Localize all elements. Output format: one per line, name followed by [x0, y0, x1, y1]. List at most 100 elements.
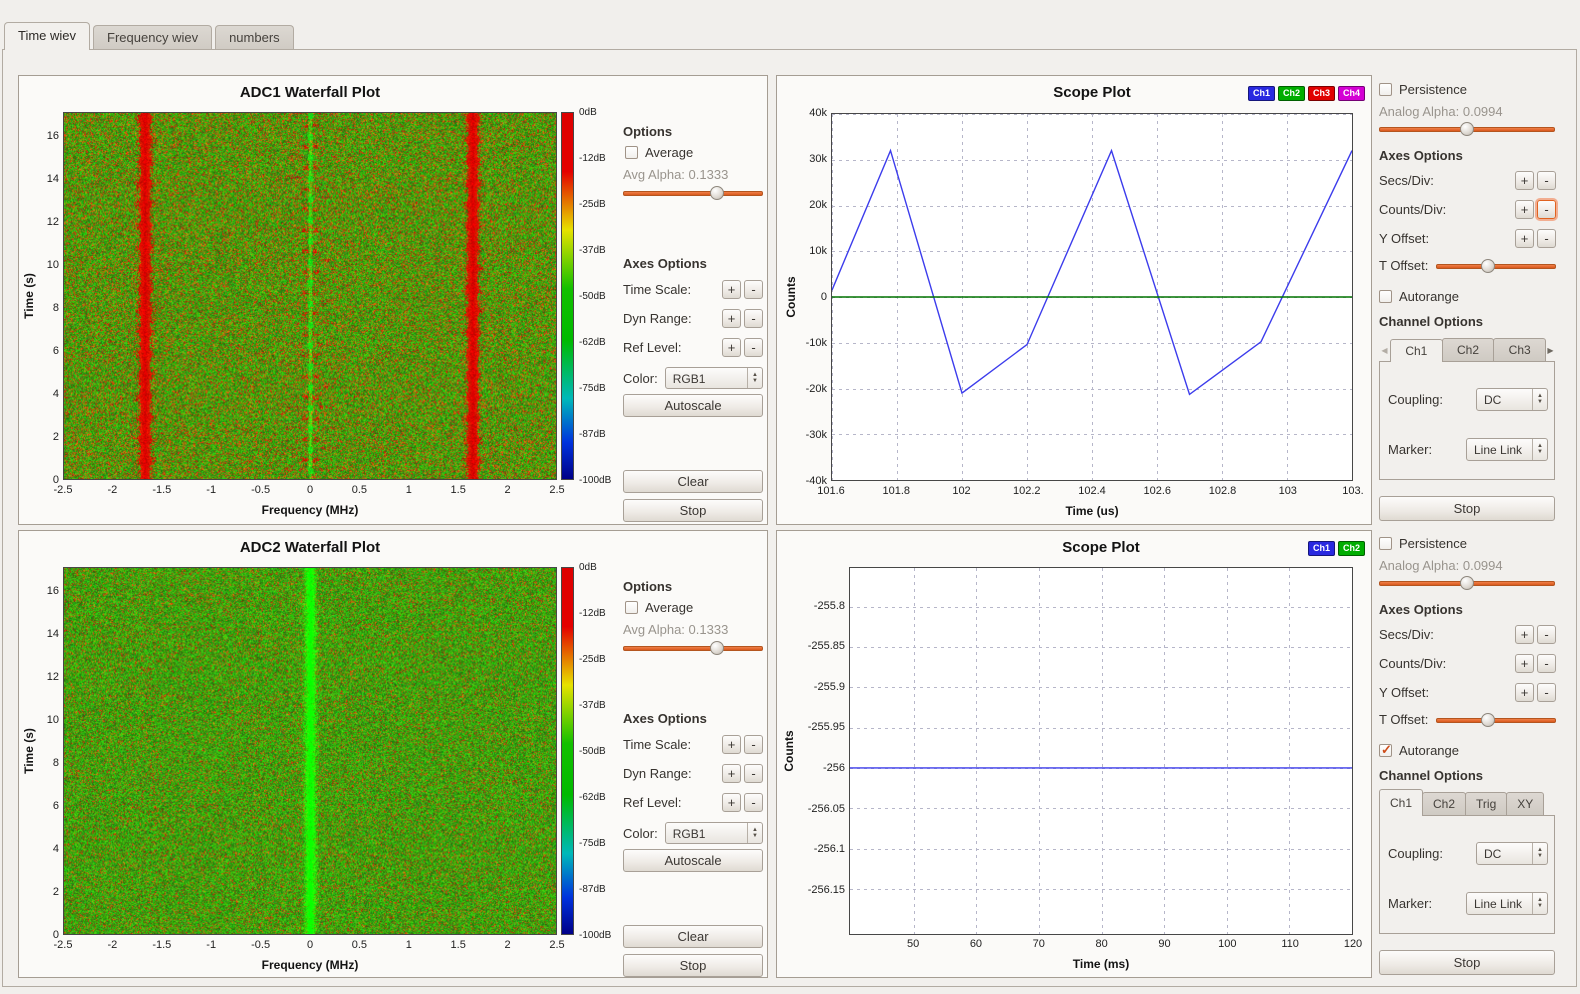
- slider-thumb[interactable]: [1460, 576, 1474, 590]
- persistence-row: Persistence: [1379, 82, 1555, 97]
- counts-div-decrease-button[interactable]: -: [1537, 654, 1556, 673]
- tab-frequency-view[interactable]: Frequency wiev: [93, 25, 212, 49]
- secs-div-increase-button[interactable]: +: [1515, 171, 1534, 190]
- marker-dropdown[interactable]: Line Link ▲▼: [1466, 438, 1548, 461]
- ref-level-decrease-button[interactable]: -: [744, 338, 763, 357]
- coupling-dropdown[interactable]: DC ▲▼: [1476, 842, 1548, 865]
- waterfall-canvas[interactable]: [64, 568, 556, 934]
- channel-tab-ch2[interactable]: Ch2: [1422, 792, 1466, 816]
- slider-track[interactable]: [623, 191, 763, 196]
- channel-tab-trig[interactable]: Trig: [1465, 792, 1507, 816]
- autoscale-button[interactable]: Autoscale: [623, 849, 763, 872]
- persistence-checkbox[interactable]: [1379, 83, 1392, 96]
- scope2-plot[interactable]: [849, 567, 1353, 935]
- x-tick-label: -1.5: [152, 484, 171, 496]
- autorange-label: Autorange: [1399, 289, 1459, 304]
- x-tick-label: 1: [406, 939, 412, 951]
- x-tick-label: -0.5: [251, 484, 270, 496]
- dyn-range-decrease-button[interactable]: -: [744, 309, 763, 328]
- slider-track[interactable]: [623, 646, 763, 651]
- dyn-range-increase-button[interactable]: +: [722, 309, 741, 328]
- slider-thumb[interactable]: [1481, 259, 1495, 273]
- waterfall-stop-button[interactable]: Stop: [623, 499, 763, 522]
- colormap-dropdown[interactable]: RGB1 ▲▼: [665, 367, 763, 389]
- legend-chip-ch1[interactable]: Ch1: [1248, 86, 1275, 101]
- time-scale-decrease-button[interactable]: -: [744, 735, 763, 754]
- slider-thumb[interactable]: [1481, 713, 1495, 727]
- tab-scroll-right-icon[interactable]: ▶: [1545, 346, 1556, 362]
- secs-div-decrease-button[interactable]: -: [1537, 171, 1556, 190]
- y-offset-decrease-button[interactable]: -: [1537, 683, 1556, 702]
- adc1-waterfall-plot[interactable]: [63, 112, 557, 480]
- spinner-arrows-icon[interactable]: ▲▼: [1532, 893, 1547, 914]
- spinner-arrows-icon[interactable]: ▲▼: [747, 368, 762, 388]
- channel-tab-xy[interactable]: XY: [1506, 792, 1544, 816]
- coupling-value: DC: [1477, 389, 1532, 410]
- spinner-arrows-icon[interactable]: ▲▼: [1532, 389, 1547, 410]
- y-offset-increase-button[interactable]: +: [1515, 229, 1534, 248]
- channel-tab-ch1[interactable]: Ch1: [1390, 339, 1443, 362]
- channel-tab-ch1[interactable]: Ch1: [1379, 789, 1423, 816]
- autoscale-button[interactable]: Autoscale: [623, 394, 763, 417]
- slider-track[interactable]: [1436, 264, 1556, 269]
- y-offset-increase-button[interactable]: +: [1515, 683, 1534, 702]
- time-scale-increase-button[interactable]: +: [722, 280, 741, 299]
- analog-alpha-slider[interactable]: [1379, 576, 1555, 590]
- tab-scroll-left-icon[interactable]: ◀: [1379, 346, 1390, 362]
- average-checkbox[interactable]: [625, 146, 638, 159]
- spinner-arrows-icon[interactable]: ▲▼: [1532, 439, 1547, 460]
- colormap-dropdown[interactable]: RGB1 ▲▼: [665, 822, 763, 844]
- scope1-plot[interactable]: [831, 113, 1353, 481]
- slider-thumb[interactable]: [1460, 122, 1474, 136]
- waterfall-canvas[interactable]: [64, 113, 556, 479]
- channel-tab-ch2[interactable]: Ch2: [1442, 338, 1495, 362]
- secs-div-decrease-button[interactable]: -: [1537, 625, 1556, 644]
- x-tick-label: 100: [1218, 938, 1236, 950]
- secs-div-increase-button[interactable]: +: [1515, 625, 1534, 644]
- channel-tab-ch3[interactable]: Ch3: [1493, 338, 1546, 362]
- scope-stop-button[interactable]: Stop: [1379, 496, 1555, 521]
- view-tabbar: Time wiev Frequency wiev numbers: [4, 22, 294, 50]
- persistence-checkbox[interactable]: [1379, 537, 1392, 550]
- y-offset-decrease-button[interactable]: -: [1537, 229, 1556, 248]
- ref-level-increase-button[interactable]: +: [722, 338, 741, 357]
- slider-thumb[interactable]: [710, 641, 724, 655]
- dyn-range-decrease-button[interactable]: -: [744, 764, 763, 783]
- clear-button[interactable]: Clear: [623, 470, 763, 493]
- legend-chip-ch3[interactable]: Ch3: [1308, 86, 1335, 101]
- dyn-range-increase-button[interactable]: +: [722, 764, 741, 783]
- time-scale-decrease-button[interactable]: -: [744, 280, 763, 299]
- scope1-control-panel: Persistence Analog Alpha: 0.0994 Axes Op…: [1378, 78, 1558, 525]
- analog-alpha-slider[interactable]: [1379, 122, 1555, 136]
- legend-chip-ch1[interactable]: Ch1: [1308, 541, 1335, 556]
- tab-time-view[interactable]: Time wiev: [4, 22, 90, 50]
- legend-chip-ch2[interactable]: Ch2: [1278, 86, 1305, 101]
- scope-stop-button[interactable]: Stop: [1379, 950, 1555, 975]
- slider-track[interactable]: [1436, 718, 1556, 723]
- tab-numbers[interactable]: numbers: [215, 25, 294, 49]
- clear-button[interactable]: Clear: [623, 925, 763, 948]
- marker-dropdown[interactable]: Line Link ▲▼: [1466, 892, 1548, 915]
- spinner-arrows-icon[interactable]: ▲▼: [1532, 843, 1547, 864]
- time-scale-increase-button[interactable]: +: [722, 735, 741, 754]
- t-offset-slider[interactable]: [1436, 259, 1556, 273]
- ref-level-increase-button[interactable]: +: [722, 793, 741, 812]
- legend-chip-ch4[interactable]: Ch4: [1338, 86, 1365, 101]
- autorange-checkbox[interactable]: [1379, 744, 1392, 757]
- average-checkbox[interactable]: [625, 601, 638, 614]
- counts-div-increase-button[interactable]: +: [1515, 200, 1534, 219]
- avg-alpha-slider[interactable]: [623, 186, 763, 200]
- adc2-waterfall-plot[interactable]: [63, 567, 557, 935]
- legend-chip-ch2[interactable]: Ch2: [1338, 541, 1365, 556]
- t-offset-slider[interactable]: [1436, 713, 1556, 727]
- slider-thumb[interactable]: [710, 186, 724, 200]
- avg-alpha-slider[interactable]: [623, 641, 763, 655]
- ref-level-decrease-button[interactable]: -: [744, 793, 763, 812]
- autorange-checkbox[interactable]: [1379, 290, 1392, 303]
- waterfall-stop-button[interactable]: Stop: [623, 954, 763, 977]
- counts-div-decrease-button[interactable]: -: [1537, 200, 1556, 219]
- x-tick-label: 2: [505, 484, 511, 496]
- counts-div-increase-button[interactable]: +: [1515, 654, 1534, 673]
- spinner-arrows-icon[interactable]: ▲▼: [747, 823, 762, 843]
- coupling-dropdown[interactable]: DC ▲▼: [1476, 388, 1548, 411]
